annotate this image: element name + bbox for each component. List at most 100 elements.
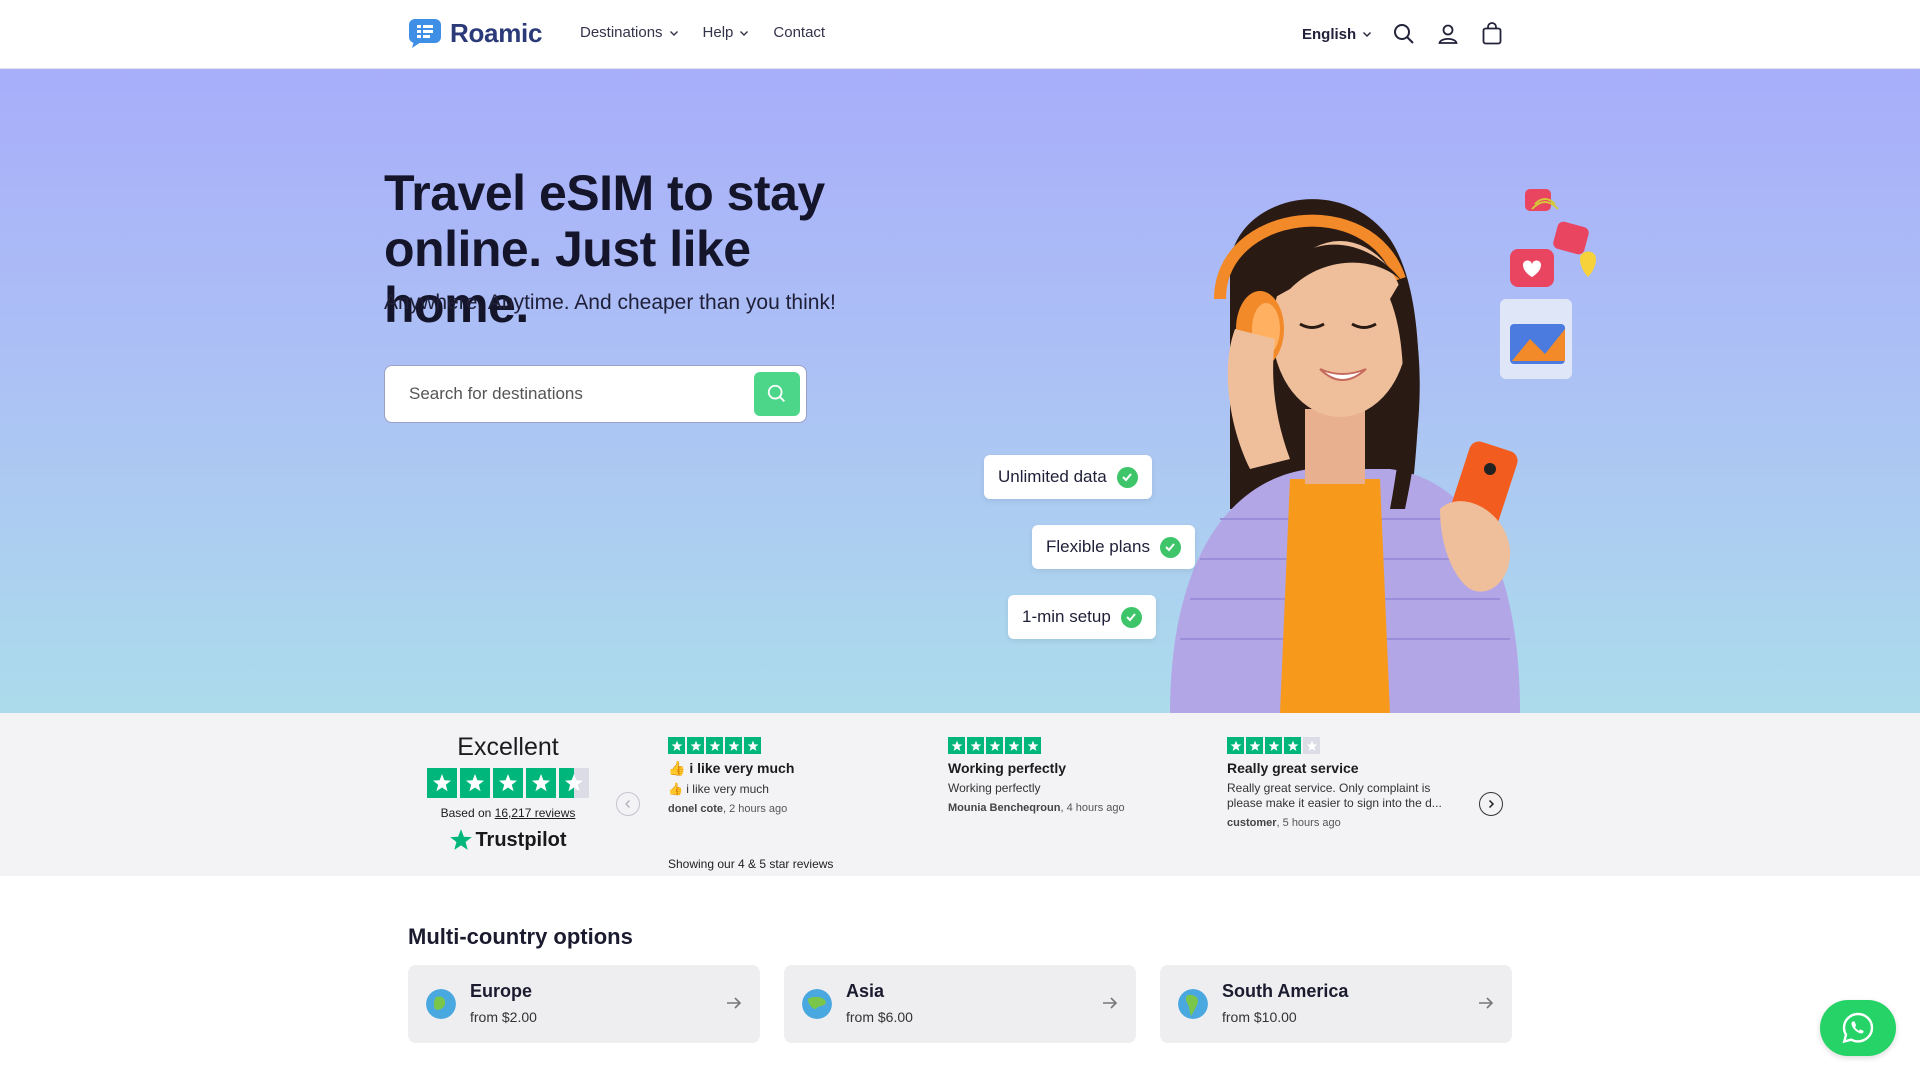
multi-country-title: Multi-country options	[408, 924, 633, 949]
nav-help[interactable]: Help	[703, 24, 750, 41]
review-body: Really great service. Only complaint is …	[1227, 781, 1442, 810]
review-body: 👍 i like very much	[668, 782, 769, 796]
star-icon	[725, 737, 742, 754]
review-body: Working perfectly	[948, 781, 1041, 795]
region-price: from $6.00	[846, 1009, 913, 1025]
review-author: donel cote	[668, 803, 724, 815]
language-label: English	[1302, 25, 1357, 43]
nav-destinations[interactable]: Destinations	[580, 24, 679, 41]
reviews-prev-button[interactable]	[616, 792, 640, 816]
trustpilot-reviews: Excellent Based on 16,217 reviews Trustp…	[0, 713, 1920, 876]
nav-contact[interactable]: Contact	[773, 24, 825, 41]
arrow-right-icon	[1103, 997, 1118, 1009]
region-card-south-america[interactable]: South America from $10.00	[1160, 965, 1512, 1043]
destination-search	[384, 365, 807, 423]
star-icon	[744, 737, 761, 754]
brand-logo[interactable]: Roamic	[408, 17, 542, 49]
nav-contact-label: Contact	[773, 24, 826, 41]
chevron-down-icon	[669, 30, 678, 36]
region-price: from $2.00	[470, 1009, 537, 1025]
account-icon[interactable]	[1436, 22, 1460, 46]
trustpilot-star-icon	[450, 829, 473, 850]
empty-star-icon	[1303, 737, 1320, 754]
review-meta: Mounia Bencheqroun, 4 hours ago	[948, 802, 1178, 814]
review-count-link[interactable]: 16,217 reviews	[495, 806, 576, 820]
brand-name: Roamic	[450, 17, 543, 48]
nav-destinations-label: Destinations	[580, 24, 663, 41]
star-icon	[1005, 737, 1022, 754]
review-card[interactable]: Working perfectly Working perfectly Moun…	[948, 737, 1178, 814]
half-star-icon	[559, 768, 589, 798]
review-stars	[668, 737, 898, 754]
reviews-next-button[interactable]	[1479, 792, 1503, 816]
arrow-right-icon	[727, 997, 742, 1009]
trustpilot-summary[interactable]: Excellent Based on 16,217 reviews Trustp…	[420, 733, 596, 852]
star-icon	[687, 737, 704, 754]
globe-asia-icon	[802, 989, 832, 1019]
review-title: Really great service	[1227, 760, 1359, 776]
review-author: customer	[1227, 817, 1277, 829]
feature-chip-unlimited-data: Unlimited data	[984, 455, 1152, 499]
region-card-europe[interactable]: Europe from $2.00	[408, 965, 760, 1043]
star-icon	[668, 737, 685, 754]
star-icon	[1246, 737, 1263, 754]
based-on-label: Based on	[440, 806, 492, 820]
star-icon	[1227, 737, 1244, 754]
review-stars	[948, 737, 1178, 754]
review-card[interactable]: 👍 i like very much 👍 i like very much do…	[668, 737, 898, 815]
star-icon	[948, 737, 965, 754]
search-icon	[767, 384, 785, 402]
review-title: Working perfectly	[948, 760, 1066, 776]
feature-chip-1-min-setup: 1-min setup	[1008, 595, 1156, 639]
check-icon	[1120, 606, 1142, 628]
cart-icon[interactable]	[1480, 22, 1504, 46]
review-stars	[1227, 737, 1457, 754]
region-name: Europe	[470, 981, 533, 1001]
chevron-down-icon	[1363, 32, 1372, 37]
review-card[interactable]: Really great service Really great servic…	[1227, 737, 1457, 829]
search-submit-button[interactable]	[754, 372, 800, 416]
check-icon	[1116, 466, 1138, 488]
feature-chip-flexible-plans: Flexible plans	[1032, 525, 1195, 569]
star-icon	[460, 768, 490, 798]
whatsapp-chat-button[interactable]	[1820, 1000, 1896, 1056]
nav-help-label: Help	[702, 24, 734, 41]
review-title: 👍 i like very much	[668, 760, 795, 776]
check-icon	[1159, 536, 1181, 558]
arrow-right-icon	[1479, 997, 1494, 1009]
review-time: , 5 hours ago	[1276, 817, 1341, 829]
destination-search-input[interactable]	[409, 380, 739, 408]
star-icon	[1265, 737, 1282, 754]
site-header: Roamic Destinations Help Contact English	[0, 0, 1920, 69]
feature-label: Unlimited data	[998, 467, 1107, 486]
chevron-right-icon	[1488, 799, 1495, 809]
star-icon	[427, 768, 457, 798]
showing-note: Showing our 4 & 5 star reviews	[668, 857, 834, 871]
hero-section: Travel eSIM to stay online. Just like ho…	[0, 69, 1920, 713]
region-card-asia[interactable]: Asia from $6.00	[784, 965, 1136, 1043]
star-icon	[986, 737, 1003, 754]
star-icon	[1284, 737, 1301, 754]
review-author: Mounia Bencheqroun	[948, 802, 1061, 814]
globe-europe-icon	[426, 989, 456, 1019]
region-name: South America	[1222, 981, 1349, 1001]
whatsapp-icon	[1842, 1012, 1874, 1044]
review-count-text: Based on 16,217 reviews	[420, 806, 596, 820]
star-icon	[967, 737, 984, 754]
trustpilot-brand: Trustpilot	[475, 828, 567, 851]
chevron-left-icon	[625, 800, 630, 808]
feature-label: Flexible plans	[1046, 537, 1150, 556]
review-meta: donel cote, 2 hours ago	[668, 803, 898, 815]
star-icon	[493, 768, 523, 798]
language-selector[interactable]: English	[1302, 26, 1372, 43]
globe-south-america-icon	[1178, 989, 1208, 1019]
rating-word: Excellent	[457, 733, 559, 761]
region-price: from $10.00	[1222, 1009, 1297, 1025]
search-icon[interactable]	[1392, 22, 1416, 46]
review-time: , 2 hours ago	[723, 803, 788, 815]
feature-label: 1-min setup	[1022, 607, 1111, 626]
review-meta: customer, 5 hours ago	[1227, 817, 1457, 829]
region-name: Asia	[846, 981, 885, 1001]
review-time: , 4 hours ago	[1060, 802, 1125, 814]
star-icon	[706, 737, 723, 754]
